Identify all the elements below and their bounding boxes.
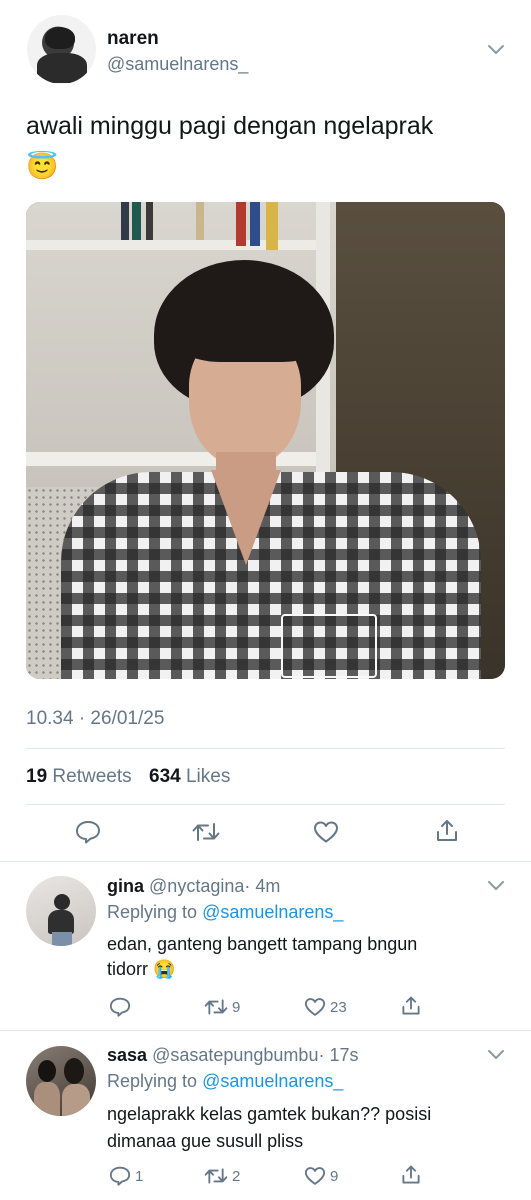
replying-to-link[interactable]: @samuelnarens_ [202, 902, 343, 922]
retweet-icon [203, 997, 229, 1017]
reply-icon[interactable] [109, 997, 131, 1017]
replying-label: Replying to [107, 1071, 198, 1091]
share-icon[interactable] [400, 995, 422, 1017]
author-avatar[interactable] [27, 15, 96, 84]
chevron-down-icon[interactable] [487, 1049, 505, 1061]
reply-author-name[interactable]: gina [107, 876, 144, 896]
retweet-icon[interactable] [191, 820, 221, 844]
reply-emoji: 😭 [153, 959, 176, 979]
divider [26, 748, 505, 749]
tweet-emoji: 😇 [26, 151, 59, 181]
retweet-count: 2 [232, 1167, 241, 1185]
divider [0, 861, 531, 862]
chevron-down-icon[interactable] [487, 44, 505, 56]
reply-text: ngelaprakk kelas gamtek bukan?? posisi [107, 1104, 432, 1124]
reply-like-action[interactable]: 9 [304, 1166, 338, 1186]
reply-time: · 4m [244, 876, 281, 896]
reply-text-line2: dimanaa gue susull pliss [107, 1131, 304, 1151]
reply-reply-action[interactable]: 1 [109, 1166, 143, 1186]
reply-icon [109, 1166, 131, 1186]
author-name[interactable]: naren [107, 28, 159, 50]
reply-avatar[interactable] [26, 876, 96, 946]
like-icon [304, 1166, 326, 1186]
like-icon[interactable] [313, 820, 339, 844]
replying-label: Replying to [107, 902, 198, 922]
reply-text-line2: tidorr 😭 [107, 959, 176, 979]
replying-to: Replying to @samuelnarens_ [107, 902, 343, 923]
retweet-icon [203, 1166, 229, 1186]
share-icon[interactable] [434, 818, 460, 844]
replying-to-link[interactable]: @samuelnarens_ [202, 1071, 343, 1091]
likes-label: Likes [185, 766, 231, 787]
reply-author-name[interactable]: sasa [107, 1045, 147, 1065]
tweet-text: awali minggu pagi dengan ngelaprak [26, 112, 434, 140]
author-handle[interactable]: @samuelnarens_ [107, 54, 248, 75]
retweet-count: 9 [232, 998, 241, 1016]
share-icon[interactable] [400, 1164, 422, 1186]
reply-author-handle[interactable]: @nyctagina [149, 876, 244, 896]
retweets-stat[interactable]: 19 Retweets [26, 766, 132, 788]
reply-author-handle[interactable]: @sasatepungbumbu [152, 1045, 318, 1065]
reply-like-action[interactable]: 23 [304, 997, 347, 1017]
likes-count: 634 [149, 766, 181, 787]
divider [0, 1030, 531, 1031]
tweet-photo[interactable] [26, 202, 505, 679]
reply-avatar[interactable] [26, 1046, 96, 1116]
reply-retweet-action[interactable]: 2 [203, 1166, 240, 1186]
likes-stat[interactable]: 634 Likes [149, 766, 230, 788]
reply-header: sasa @sasatepungbumbu· 17s [107, 1045, 358, 1066]
reply-text: edan, ganteng bangett tampang bngun [107, 934, 418, 954]
like-count: 23 [330, 998, 347, 1016]
like-icon [304, 997, 326, 1017]
tweet-timestamp: 10.34 · 26/01/25 [26, 708, 165, 729]
reply-header: gina @nyctagina· 4m [107, 876, 280, 897]
divider [26, 804, 505, 805]
retweets-count: 19 [26, 766, 48, 787]
retweets-label: Retweets [52, 766, 132, 787]
like-count: 9 [330, 1167, 339, 1185]
reply-count: 1 [135, 1167, 144, 1185]
reply-retweet-action[interactable]: 9 [203, 997, 240, 1017]
chevron-down-icon[interactable] [487, 880, 505, 892]
reply-icon[interactable] [75, 820, 101, 844]
reply-time: · 17s [318, 1045, 359, 1065]
replying-to: Replying to @samuelnarens_ [107, 1071, 343, 1092]
